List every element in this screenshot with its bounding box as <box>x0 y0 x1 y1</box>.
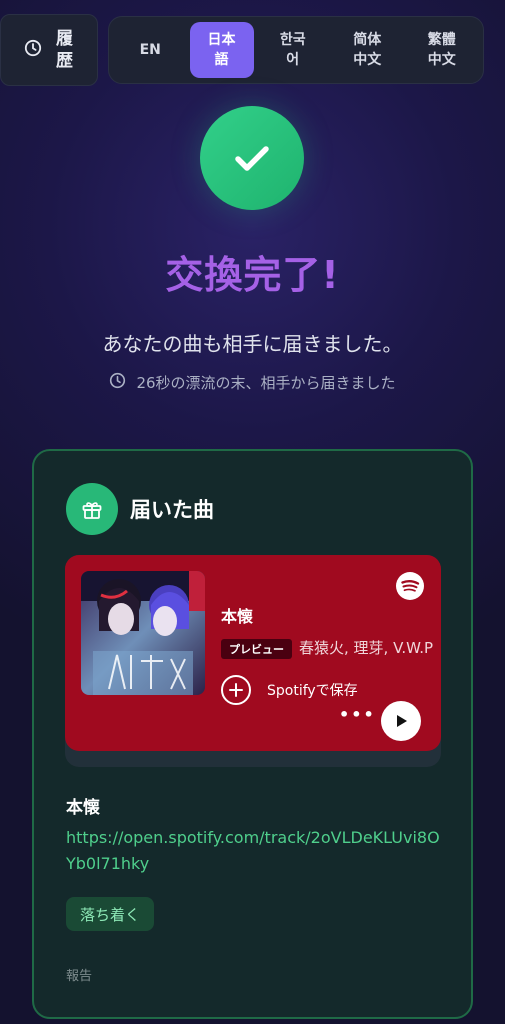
spotify-embed-frame: 本懐 プレビュー 春猿火, 理芽, V.W.P Spotifyで保存 ••• <box>65 555 441 767</box>
plus-icon <box>221 675 251 705</box>
album-cover <box>81 571 205 695</box>
report-link[interactable]: 報告 <box>66 965 92 984</box>
play-icon <box>397 715 407 727</box>
history-label: 履歴 <box>56 29 73 71</box>
received-track-card: 届いた曲 本懐 プレビュー 春猿火, 理芽, V.W.P Spotifyで保存 … <box>32 449 473 1019</box>
success-check-icon <box>200 106 304 210</box>
history-button[interactable]: 履歴 <box>0 14 98 86</box>
embed-artists: 春猿火, 理芽, V.W.P <box>299 639 434 657</box>
play-button[interactable] <box>381 701 421 741</box>
track-name: 本懐 <box>66 798 100 818</box>
gift-icon <box>66 483 118 535</box>
save-to-spotify-button[interactable]: Spotifyで保存 <box>221 675 358 705</box>
lang-zh-hans[interactable]: 简体中文 <box>332 22 403 78</box>
lang-en[interactable]: EN <box>115 22 186 78</box>
exchange-complete-title: 交換完了! <box>165 253 340 297</box>
preview-badge: プレビュー <box>221 639 292 659</box>
spotify-embed[interactable]: 本懐 プレビュー 春猿火, 理芽, V.W.P Spotifyで保存 ••• <box>65 555 441 751</box>
drift-text: 26秒の漂流の末、相手から届きました <box>136 374 396 392</box>
save-label: Spotifyで保存 <box>267 683 358 699</box>
clock-icon <box>24 39 42 61</box>
more-options-icon[interactable]: ••• <box>339 705 376 724</box>
spotify-logo-icon[interactable] <box>395 571 425 601</box>
lang-ja[interactable]: 日本語 <box>189 22 254 78</box>
lang-zh-hant[interactable]: 繁體中文 <box>407 22 478 78</box>
card-heading: 届いた曲 <box>130 498 214 522</box>
mood-tag: 落ち着く <box>66 897 155 931</box>
card-header: 届いた曲 <box>66 483 214 535</box>
track-link[interactable]: https://open.spotify.com/track/2oVLDeKLU… <box>66 825 446 877</box>
embed-track-title: 本懐 <box>221 607 254 626</box>
clock-icon <box>109 372 126 393</box>
lang-ko[interactable]: 한국어 <box>258 22 329 78</box>
language-selector: EN 日本語 한국어 简体中文 繁體中文 <box>108 16 484 84</box>
exchange-subtitle: あなたの曲も相手に届きました。 <box>102 332 403 356</box>
drift-info: 26秒の漂流の末、相手から届きました <box>0 372 505 393</box>
